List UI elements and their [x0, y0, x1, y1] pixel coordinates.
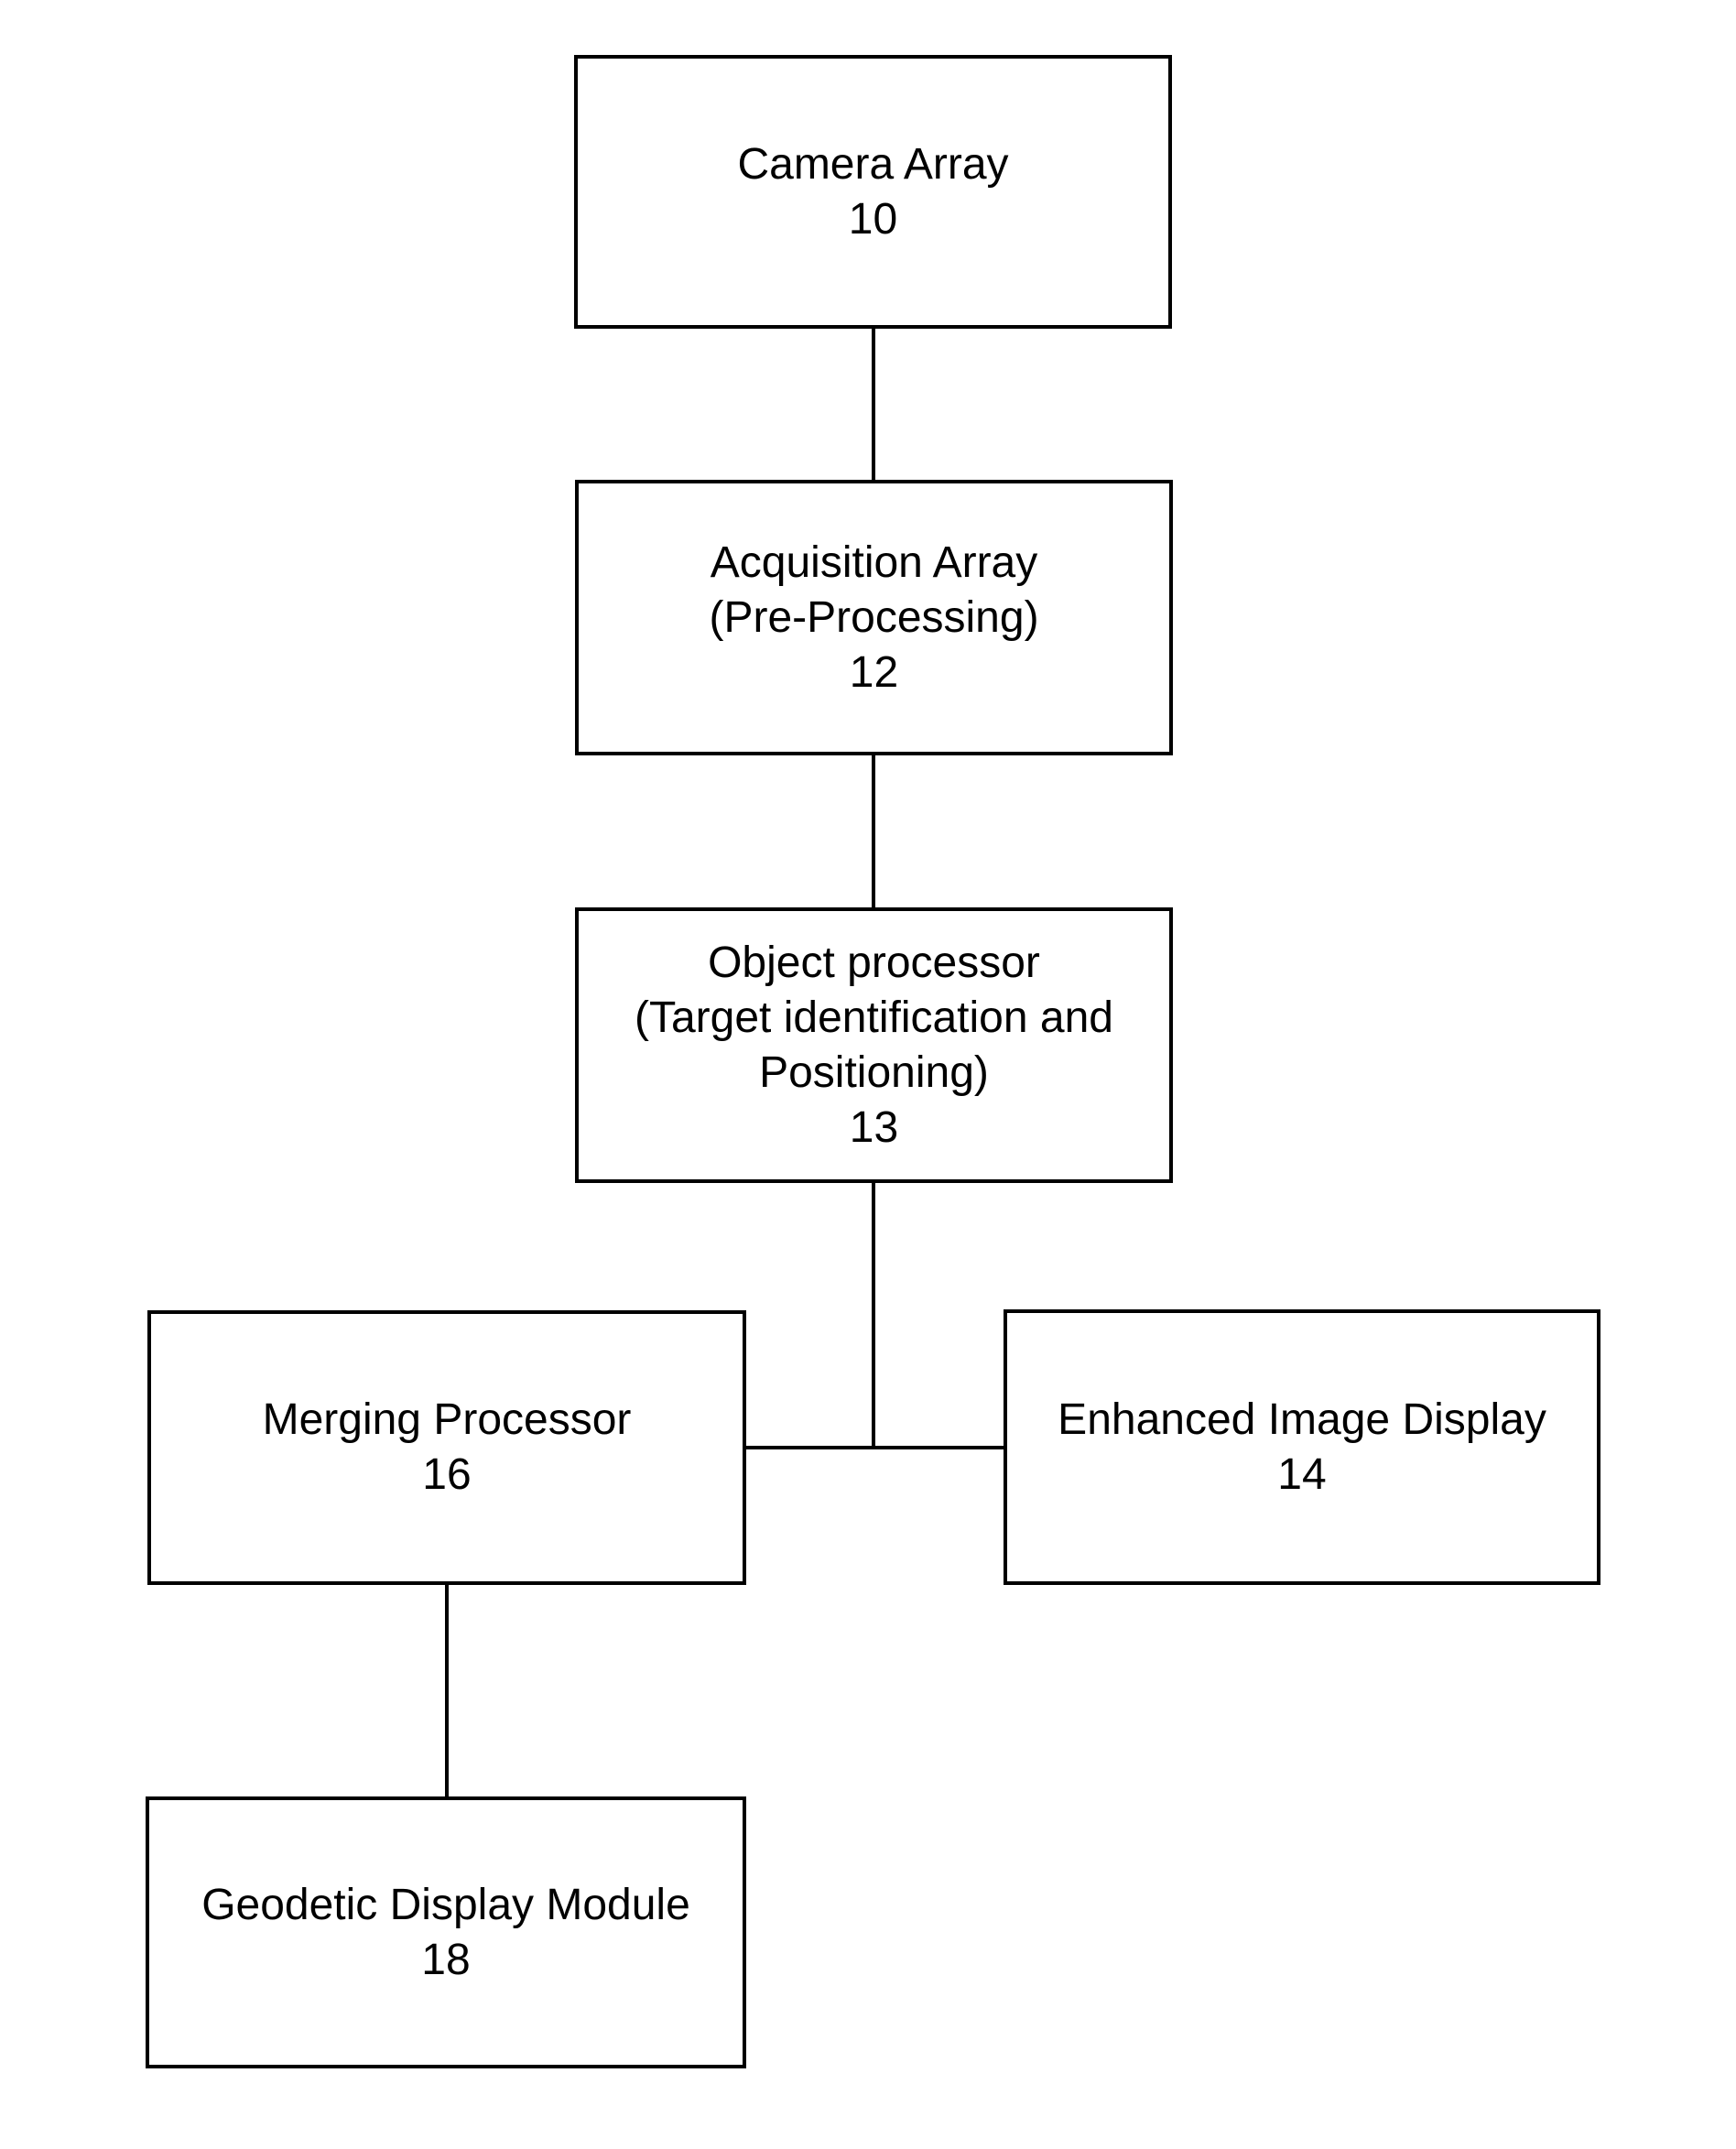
block-subtitle-line-1: (Target identification and	[635, 993, 1113, 1042]
block-label: Acquisition Array (Pre-Processing) 12	[709, 536, 1038, 700]
block-acquisition-array: Acquisition Array (Pre-Processing) 12	[575, 480, 1173, 755]
block-object-processor: Object processor (Target identification …	[575, 907, 1173, 1183]
block-title: Acquisition Array	[710, 537, 1038, 587]
block-ref-number: 13	[849, 1102, 899, 1152]
block-title: Merging Processor	[262, 1395, 632, 1444]
block-ref-number: 12	[849, 647, 899, 697]
block-label: Merging Processor 16	[263, 1393, 632, 1503]
block-merging-processor: Merging Processor 16	[147, 1310, 746, 1585]
block-camera-array: Camera Array 10	[574, 55, 1172, 329]
block-enhanced-image-display: Enhanced Image Display 14	[1004, 1309, 1600, 1585]
block-title: Enhanced Image Display	[1058, 1395, 1546, 1444]
block-title: Geodetic Display Module	[201, 1880, 690, 1929]
block-subtitle-line-2: Positioning)	[759, 1047, 989, 1097]
block-ref-number: 16	[422, 1450, 472, 1499]
block-label: Geodetic Display Module 18	[201, 1878, 690, 1988]
block-label: Object processor (Target identification …	[635, 936, 1113, 1156]
connector-12-to-13	[872, 754, 875, 907]
block-label: Camera Array 10	[737, 137, 1008, 247]
block-label: Enhanced Image Display 14	[1058, 1393, 1546, 1503]
block-ref-number: 18	[421, 1935, 471, 1984]
connector-10-to-12	[872, 328, 875, 480]
block-title: Object processor	[708, 938, 1040, 987]
connector-16-to-18	[445, 1584, 449, 1796]
block-ref-number: 10	[848, 194, 898, 244]
block-title: Camera Array	[737, 139, 1009, 189]
connector-13-down	[872, 1182, 875, 1449]
block-ref-number: 14	[1277, 1449, 1327, 1499]
connector-16-to-14-horizontal	[745, 1446, 1004, 1449]
block-subtitle: (Pre-Processing)	[709, 592, 1039, 642]
block-geodetic-display-module: Geodetic Display Module 18	[146, 1796, 746, 2068]
